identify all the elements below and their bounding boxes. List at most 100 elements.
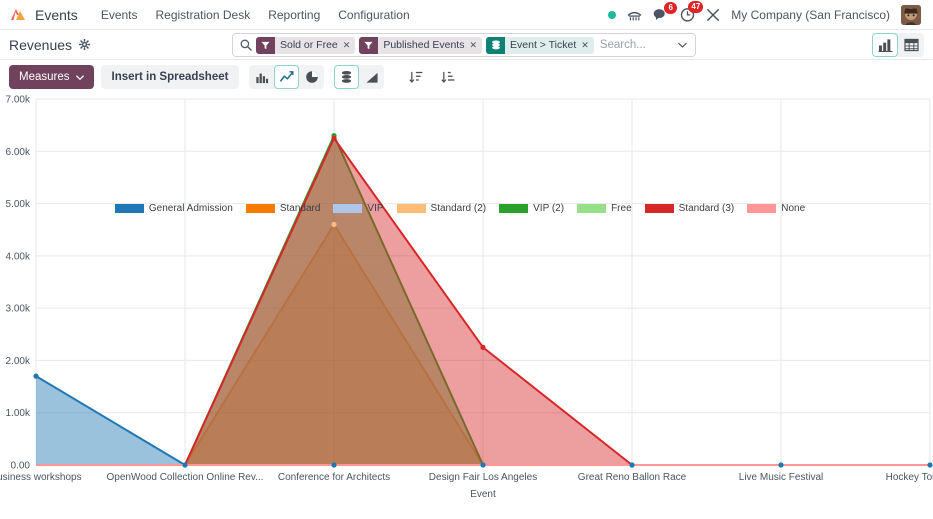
messages-icon[interactable]: 6 — [653, 8, 669, 21]
legend-item[interactable]: General Admission — [115, 203, 233, 214]
search-input[interactable] — [598, 38, 669, 52]
x-tick-label: Hockey Tournament — [886, 472, 933, 483]
legend-item[interactable]: VIP (2) — [499, 203, 564, 214]
measures-button[interactable]: Measures — [9, 65, 94, 89]
facet-remove-icon[interactable]: ✕ — [469, 40, 477, 51]
legend-swatch — [115, 204, 144, 213]
app-brand[interactable]: Events — [8, 6, 78, 24]
legend-swatch — [645, 204, 674, 213]
sort-ascending-button[interactable] — [435, 65, 460, 89]
x-tick-label: Live Music Festival — [739, 472, 823, 483]
chart-type-group — [249, 65, 324, 89]
nav-item-configuration[interactable]: Configuration — [329, 4, 418, 26]
nav-item-registration-desk[interactable]: Registration Desk — [147, 4, 260, 26]
data-point[interactable] — [778, 462, 783, 467]
legend-item[interactable]: Standard (2) — [397, 203, 487, 214]
breadcrumb: Revenues — [9, 37, 90, 53]
search-dropdown-toggle[interactable] — [673, 42, 691, 48]
chart-legend: General Admission Standard VIP Standard (2)… — [0, 203, 933, 214]
pie-chart-button[interactable] — [299, 65, 324, 89]
legend-item[interactable]: Standard (3) — [645, 203, 735, 214]
user-avatar[interactable] — [901, 5, 921, 25]
y-tick-label: 3.00k — [6, 304, 31, 315]
data-point[interactable] — [331, 222, 336, 227]
legend-label: Standard (3) — [679, 203, 735, 214]
x-tick-label: Conference for Architects — [278, 472, 390, 483]
line-chart-icon — [279, 71, 294, 84]
activities-badge: 47 — [688, 1, 703, 13]
settings-gear-icon[interactable] — [79, 39, 90, 50]
nav-item-events[interactable]: Events — [92, 4, 147, 26]
data-point[interactable] — [331, 136, 336, 141]
activities-icon[interactable]: 47 — [680, 7, 695, 22]
facet-label: Published Events — [383, 39, 464, 51]
legend-swatch — [747, 204, 776, 213]
x-tick-label: Great Reno Ballon Race — [578, 472, 687, 483]
sort-asc-icon — [441, 70, 455, 84]
facet-event-ticket[interactable]: Event > Ticket ✕ — [486, 37, 594, 54]
legend-label: General Admission — [149, 203, 233, 214]
groupby-icon — [486, 37, 505, 54]
stacked-button[interactable] — [334, 65, 359, 89]
legend-item[interactable]: Standard — [246, 203, 321, 214]
data-point[interactable] — [33, 374, 38, 379]
legend-label: Standard (2) — [431, 203, 487, 214]
legend-label: Standard — [280, 203, 321, 214]
events-logo-icon — [8, 6, 28, 24]
search-bar[interactable]: Sold or Free ✕ Published Events ✕ — [232, 33, 696, 57]
legend-item[interactable]: VIP — [333, 203, 383, 214]
facet-sold-or-free[interactable]: Sold or Free ✕ — [256, 37, 355, 54]
data-point[interactable] — [182, 462, 187, 467]
legend-swatch — [397, 204, 426, 213]
pivot-table-icon — [904, 38, 919, 52]
x-tick-label: OpenWood Collection Online Rev... — [107, 472, 264, 483]
data-point[interactable] — [629, 462, 634, 467]
revenues-area-chart[interactable]: 0.001.00k2.00k3.00k4.00k5.00k6.00k7.00kB… — [0, 94, 933, 505]
phone-icon[interactable] — [627, 8, 642, 21]
bar-chart-icon — [255, 71, 269, 84]
stacked-icon — [340, 70, 353, 84]
legend-label: VIP (2) — [533, 203, 564, 214]
insert-in-spreadsheet-button[interactable]: Insert in Spreadsheet — [101, 65, 240, 89]
pivot-view-button[interactable] — [898, 33, 924, 57]
pie-chart-icon — [305, 70, 319, 84]
legend-item[interactable]: Free — [577, 203, 632, 214]
facet-remove-icon[interactable]: ✕ — [581, 40, 589, 51]
y-tick-label: 4.00k — [6, 251, 31, 262]
data-point[interactable] — [927, 462, 932, 467]
legend-swatch — [246, 204, 275, 213]
facet-label: Event > Ticket — [510, 39, 576, 51]
navbar-right-tools: 6 47 My Company (San Francisco) — [608, 5, 925, 25]
bar-chart-button[interactable] — [249, 65, 274, 89]
measures-label: Measures — [19, 71, 70, 83]
line-chart-button[interactable] — [274, 65, 299, 89]
cumulative-button[interactable] — [359, 65, 384, 89]
graph-view: General Admission Standard VIP Standard (2)… — [0, 94, 933, 505]
graph-view-button[interactable] — [872, 33, 898, 57]
legend-label: VIP — [367, 203, 383, 214]
debug-icon[interactable] — [706, 8, 720, 22]
data-point[interactable] — [480, 345, 485, 350]
ascending-area-icon — [365, 71, 379, 84]
control-panel: Revenues Sol — [0, 30, 933, 60]
x-tick-label: Business workshops — [0, 472, 82, 483]
view-switcher — [872, 33, 924, 57]
sort-descending-button[interactable] — [403, 65, 428, 89]
y-tick-label: 7.00k — [6, 95, 31, 106]
search-icon — [240, 39, 252, 51]
legend-swatch — [577, 204, 606, 213]
y-tick-label: 6.00k — [6, 147, 31, 158]
page-title: Revenues — [9, 37, 72, 53]
company-name[interactable]: My Company (San Francisco) — [731, 8, 890, 22]
legend-item[interactable]: None — [747, 203, 805, 214]
legend-label: Free — [611, 203, 632, 214]
data-point[interactable] — [331, 462, 336, 467]
chevron-down-icon — [76, 75, 84, 80]
facet-published-events[interactable]: Published Events ✕ — [359, 37, 482, 54]
legend-swatch — [499, 204, 528, 213]
x-tick-label: Design Fair Los Angeles — [429, 472, 537, 483]
x-axis-label: Event — [470, 489, 496, 500]
data-point[interactable] — [480, 462, 485, 467]
facet-remove-icon[interactable]: ✕ — [343, 40, 351, 51]
nav-item-reporting[interactable]: Reporting — [259, 4, 329, 26]
